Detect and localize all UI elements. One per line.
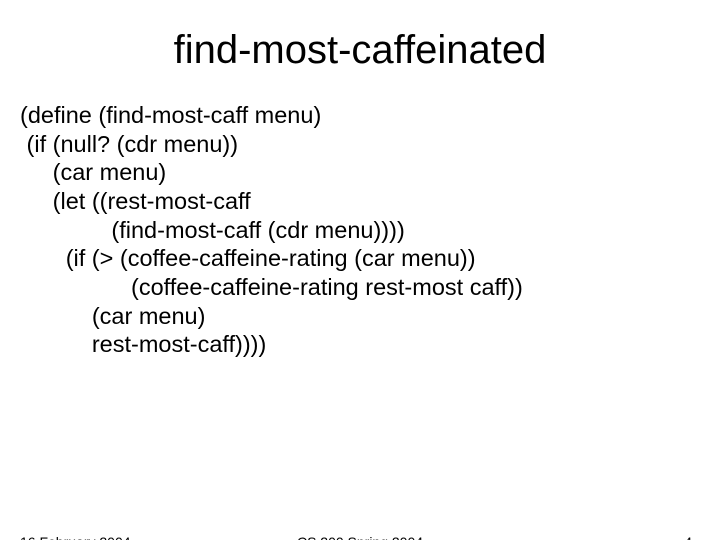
code-block: (define (find-most-caff menu) (if (null?… (20, 101, 720, 359)
slide-title: find-most-caffeinated (0, 28, 720, 73)
footer-course: CS 200 Spring 2004 (0, 534, 720, 540)
footer-page: 4 (684, 534, 692, 540)
slide: find-most-caffeinated (define (find-most… (0, 28, 720, 540)
